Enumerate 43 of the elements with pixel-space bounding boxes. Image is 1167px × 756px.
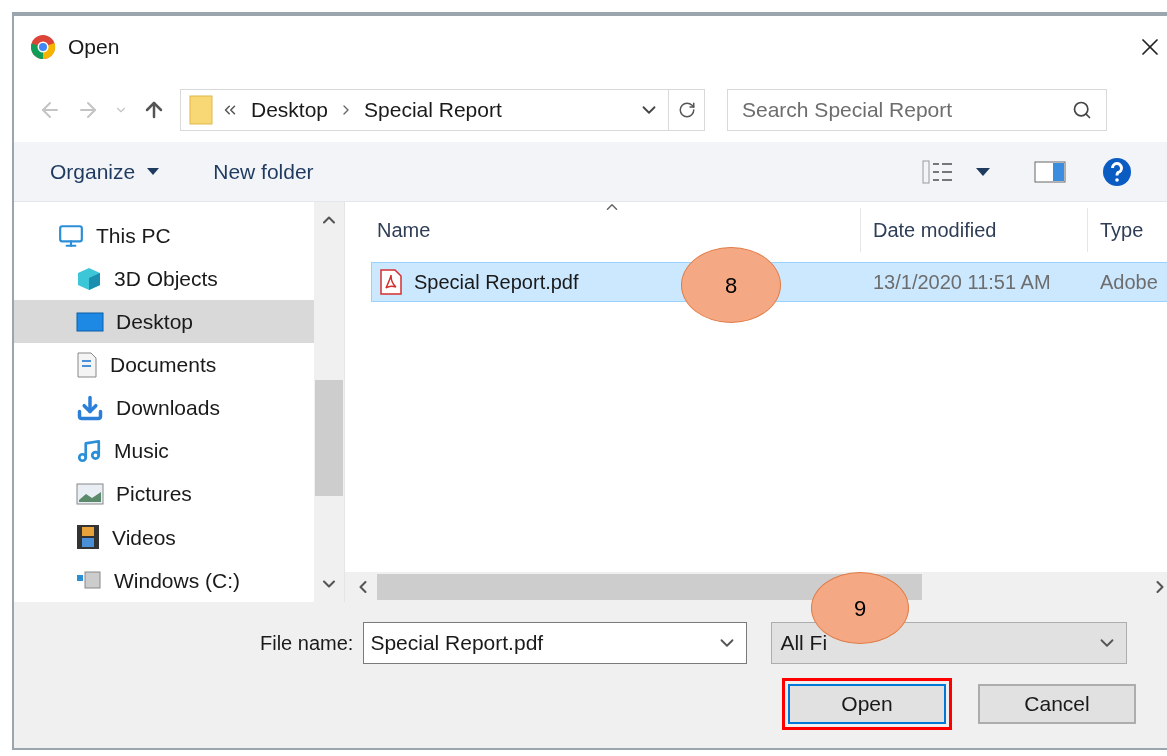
drive-icon	[76, 569, 102, 592]
file-type: Adobe	[1099, 270, 1158, 295]
vertical-scrollbar[interactable]	[314, 202, 344, 602]
file-name-input[interactable]: Special Report.pdf	[370, 627, 717, 659]
organize-menu-button[interactable]: Organize	[50, 155, 160, 188]
music-note-icon	[76, 438, 102, 465]
horizontal-scrollbar[interactable]	[345, 572, 1167, 602]
search-icon	[1072, 100, 1092, 120]
cube-icon	[76, 265, 102, 292]
breadcrumb-item[interactable]: Desktop	[251, 94, 329, 126]
refresh-icon	[677, 101, 696, 119]
file-type-dropdown[interactable]: All Fi	[771, 622, 1128, 664]
folder-icon	[189, 95, 213, 125]
step-callout: 8	[681, 247, 781, 323]
picture-icon	[76, 483, 104, 506]
column-header[interactable]: Date modified	[860, 208, 1087, 252]
new-folder-button[interactable]: New folder	[213, 155, 314, 188]
preview-pane-icon[interactable]	[1034, 160, 1066, 183]
sidebar-item[interactable]: Desktop	[14, 300, 314, 344]
view-options-icon[interactable]	[922, 159, 954, 184]
scrollbar-thumb[interactable]	[315, 380, 343, 496]
download-icon	[76, 394, 104, 422]
column-header[interactable]: Type	[1087, 208, 1167, 252]
window-title: Open	[68, 34, 120, 61]
film-icon	[76, 524, 100, 551]
address-bar[interactable]: Desktop Special Report	[180, 89, 705, 131]
browser-logo-icon	[30, 34, 56, 60]
computer-icon	[58, 222, 84, 249]
breadcrumb-item[interactable]: Special Report	[364, 94, 502, 126]
desktop-icon	[76, 309, 104, 334]
help-icon[interactable]	[1102, 156, 1132, 187]
file-date: 13/1/2020 11:51 AM	[872, 270, 1052, 295]
search-input[interactable]: Search Special Report	[742, 94, 1072, 126]
file-name-label: File name:	[260, 631, 354, 656]
document-icon	[76, 351, 98, 378]
file-name: Special Report.pdf	[414, 270, 579, 295]
caret-icon[interactable]	[976, 167, 990, 176]
file-name-combobox[interactable]: Special Report.pdf	[363, 622, 748, 664]
caret-icon	[147, 168, 160, 175]
pdf-file-icon	[380, 269, 402, 295]
search-field[interactable]: Search Special Report	[727, 89, 1107, 131]
dialog-button[interactable]: Cancel	[978, 684, 1136, 724]
dialog-button[interactable]: Open	[788, 684, 946, 724]
